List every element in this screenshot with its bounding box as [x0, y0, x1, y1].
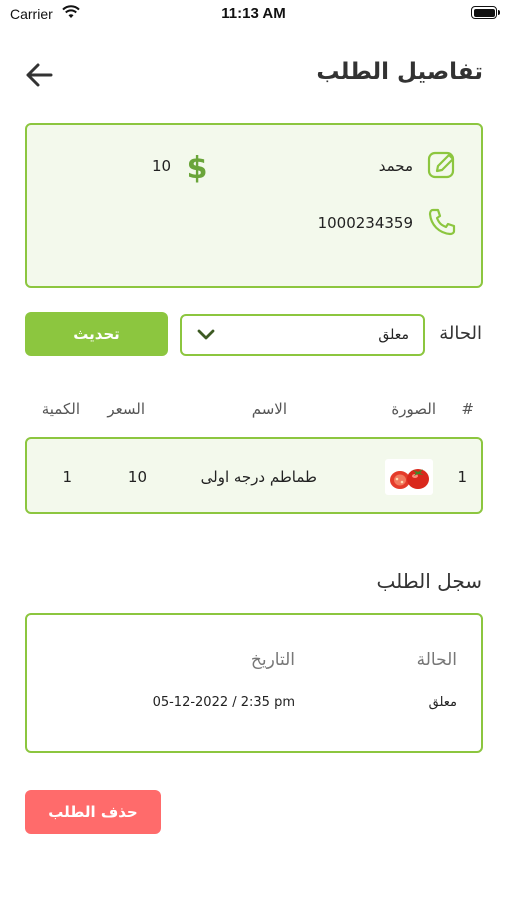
- battery-icon: [471, 6, 500, 19]
- status-label: الحالة: [439, 323, 482, 344]
- update-button[interactable]: تحديث: [25, 312, 168, 356]
- status-time: 11:13 AM: [221, 5, 286, 22]
- status-selected-value: معلق: [378, 327, 409, 343]
- order-amount: 10: [152, 157, 172, 175]
- status-bar: Carrier 11:13 AM: [0, 0, 507, 30]
- row-quantity: 1: [62, 468, 72, 486]
- page-title: تفاصيل الطلب: [316, 59, 483, 85]
- history-header-status: الحالة: [416, 650, 457, 670]
- product-image: [385, 459, 433, 495]
- history-card: الحالة التاريخ معلق 05-12-2022 / 2:35 pm: [25, 613, 483, 753]
- col-header-quantity: الكمية: [41, 400, 80, 418]
- col-header-image: الصورة: [391, 400, 436, 418]
- row-product-name: طماطم درجه اولى: [200, 468, 317, 486]
- history-status: معلق: [428, 695, 457, 710]
- status-dropdown[interactable]: معلق: [180, 314, 425, 356]
- svg-text:$: $: [187, 151, 208, 183]
- history-date: 05-12-2022 / 2:35 pm: [152, 695, 295, 710]
- row-index: 1: [457, 468, 467, 486]
- customer-phone[interactable]: 1000234359: [318, 214, 413, 232]
- back-button[interactable]: [24, 61, 54, 89]
- dollar-icon: $: [187, 151, 208, 183]
- edit-icon: [427, 151, 455, 179]
- col-header-price: السعر: [107, 400, 145, 418]
- history-title: سجل الطلب: [376, 569, 483, 593]
- app-header: تفاصيل الطلب: [0, 55, 507, 95]
- phone-icon[interactable]: [427, 207, 457, 237]
- delete-order-button[interactable]: حذف الطلب: [25, 790, 161, 834]
- row-price: 10: [127, 468, 147, 486]
- col-header-index: #: [461, 400, 474, 418]
- table-row[interactable]: 1 طماطم درجه اولى 10 1: [25, 437, 483, 514]
- customer-info-card: محمد $ 10 1000234359: [25, 123, 483, 288]
- history-header-date: التاريخ: [250, 650, 295, 670]
- chevron-down-icon: [197, 329, 215, 340]
- col-header-name: الاسم: [251, 400, 287, 418]
- customer-name: محمد: [378, 157, 413, 175]
- arrow-left-icon: [26, 63, 53, 87]
